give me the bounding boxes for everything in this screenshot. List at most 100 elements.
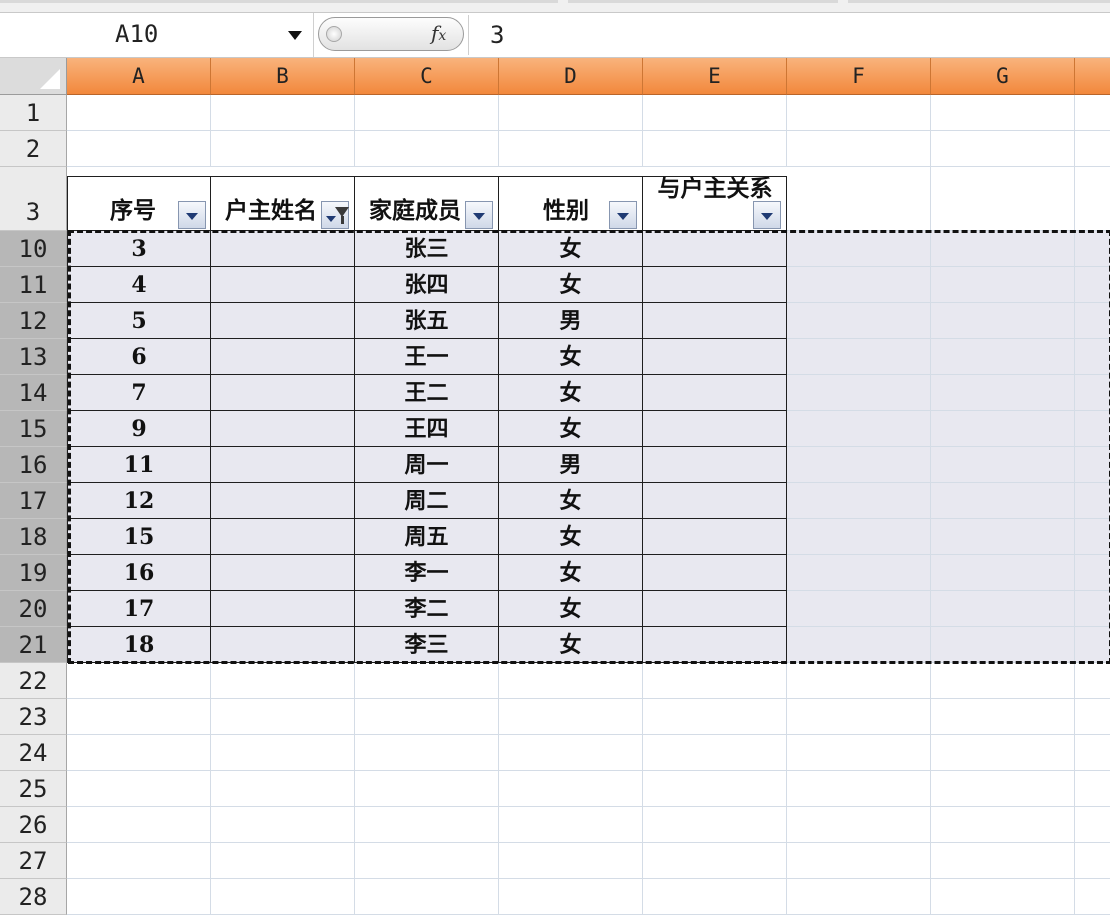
row-header[interactable]: 24: [0, 735, 67, 771]
row-header[interactable]: 11: [0, 267, 67, 303]
dropdown-arrow-icon[interactable]: [753, 201, 781, 229]
cell-relation[interactable]: [643, 231, 787, 267]
row-header[interactable]: 14: [0, 375, 67, 411]
row-header[interactable]: 25: [0, 771, 67, 807]
row-header[interactable]: 28: [0, 879, 67, 915]
grid-cell[interactable]: [211, 843, 355, 879]
grid-cell[interactable]: [931, 375, 1075, 411]
cell-family-member[interactable]: 王一: [355, 339, 499, 375]
name-box-dropdown-icon[interactable]: [288, 31, 302, 40]
row-header[interactable]: 10: [0, 231, 67, 267]
grid-cell[interactable]: [1075, 807, 1110, 843]
grid-cell[interactable]: [931, 447, 1075, 483]
grid-cell[interactable]: [355, 95, 499, 131]
cell-owner-name[interactable]: [211, 231, 355, 267]
header-cell-seq[interactable]: 序号: [67, 176, 211, 231]
grid-cell[interactable]: [67, 807, 211, 843]
cell-relation[interactable]: [643, 339, 787, 375]
row-header[interactable]: 12: [0, 303, 67, 339]
dropdown-arrow-icon[interactable]: [465, 201, 493, 229]
grid-cell[interactable]: [355, 663, 499, 699]
grid-cell[interactable]: [1075, 663, 1110, 699]
row-header[interactable]: 20: [0, 591, 67, 627]
grid-cell[interactable]: [355, 131, 499, 167]
grid-cell[interactable]: [931, 807, 1075, 843]
grid-cell[interactable]: [787, 447, 931, 483]
cell-family-member[interactable]: 周二: [355, 483, 499, 519]
grid-cell[interactable]: [643, 735, 787, 771]
cell-owner-name[interactable]: [211, 483, 355, 519]
grid-cell[interactable]: [1075, 267, 1110, 303]
cell-seq[interactable]: 4: [67, 267, 211, 303]
grid-cell[interactable]: [499, 131, 643, 167]
cell-seq[interactable]: 18: [67, 627, 211, 663]
grid-cell[interactable]: [643, 771, 787, 807]
cell-family-member[interactable]: 周五: [355, 519, 499, 555]
grid-cell[interactable]: [1075, 131, 1110, 167]
grid-cell[interactable]: [931, 131, 1075, 167]
cell-family-member[interactable]: 张四: [355, 267, 499, 303]
cell-gender[interactable]: 男: [499, 447, 643, 483]
grid-cell[interactable]: [355, 735, 499, 771]
cell-owner-name[interactable]: [211, 375, 355, 411]
row-header[interactable]: 19: [0, 555, 67, 591]
filter-active-icon[interactable]: [321, 201, 349, 229]
grid-cell[interactable]: [931, 879, 1075, 915]
cell-family-member[interactable]: 张三: [355, 231, 499, 267]
cell-gender[interactable]: 女: [499, 375, 643, 411]
column-header-b[interactable]: B: [211, 58, 355, 95]
grid-cell[interactable]: [355, 807, 499, 843]
grid-cell[interactable]: [67, 771, 211, 807]
cell-relation[interactable]: [643, 627, 787, 663]
cell-gender[interactable]: 女: [499, 627, 643, 663]
grid-cell[interactable]: [211, 807, 355, 843]
grid-cell[interactable]: [931, 267, 1075, 303]
grid-cell[interactable]: [931, 231, 1075, 267]
cell-gender[interactable]: 女: [499, 267, 643, 303]
cell-owner-name[interactable]: [211, 627, 355, 663]
grid-cell[interactable]: [67, 879, 211, 915]
grid-cell[interactable]: [211, 131, 355, 167]
grid-cell[interactable]: [499, 807, 643, 843]
grid-cell[interactable]: [931, 519, 1075, 555]
column-header-c[interactable]: C: [355, 58, 499, 95]
row-header[interactable]: 1: [0, 95, 67, 131]
cell-seq[interactable]: 16: [67, 555, 211, 591]
grid-cell[interactable]: [1075, 447, 1110, 483]
cell-gender[interactable]: 女: [499, 519, 643, 555]
grid-cell[interactable]: [931, 339, 1075, 375]
select-all-button[interactable]: [0, 58, 67, 95]
cell-family-member[interactable]: 张五: [355, 303, 499, 339]
grid-cell[interactable]: [931, 591, 1075, 627]
grid-cell[interactable]: [787, 843, 931, 879]
grid-cell[interactable]: [1075, 95, 1110, 131]
cell-owner-name[interactable]: [211, 519, 355, 555]
grid-cell[interactable]: [1075, 771, 1110, 807]
grid-cell[interactable]: [787, 807, 931, 843]
cell-owner-name[interactable]: [211, 447, 355, 483]
grid-cell[interactable]: [355, 879, 499, 915]
cell-family-member[interactable]: 李一: [355, 555, 499, 591]
grid-cell[interactable]: [787, 131, 931, 167]
cell-relation[interactable]: [643, 591, 787, 627]
row-header[interactable]: 2: [0, 131, 67, 167]
formula-input[interactable]: 3: [490, 21, 504, 49]
grid-cell[interactable]: [67, 95, 211, 131]
grid-cell[interactable]: [1075, 627, 1110, 663]
column-header-e[interactable]: E: [643, 58, 787, 95]
cell-owner-name[interactable]: [211, 339, 355, 375]
cell-gender[interactable]: 女: [499, 591, 643, 627]
grid-cell[interactable]: [1075, 303, 1110, 339]
fx-function-icon[interactable]: fx: [431, 21, 446, 45]
grid-cell[interactable]: [499, 843, 643, 879]
row-header[interactable]: 13: [0, 339, 67, 375]
cell-gender[interactable]: 女: [499, 411, 643, 447]
grid-cell[interactable]: [499, 663, 643, 699]
grid-cell[interactable]: [211, 879, 355, 915]
grid-cell[interactable]: [355, 843, 499, 879]
grid-cell[interactable]: [931, 483, 1075, 519]
grid-cell[interactable]: [499, 879, 643, 915]
cell-seq[interactable]: 5: [67, 303, 211, 339]
cell-family-member[interactable]: 李二: [355, 591, 499, 627]
grid-cell[interactable]: [643, 663, 787, 699]
